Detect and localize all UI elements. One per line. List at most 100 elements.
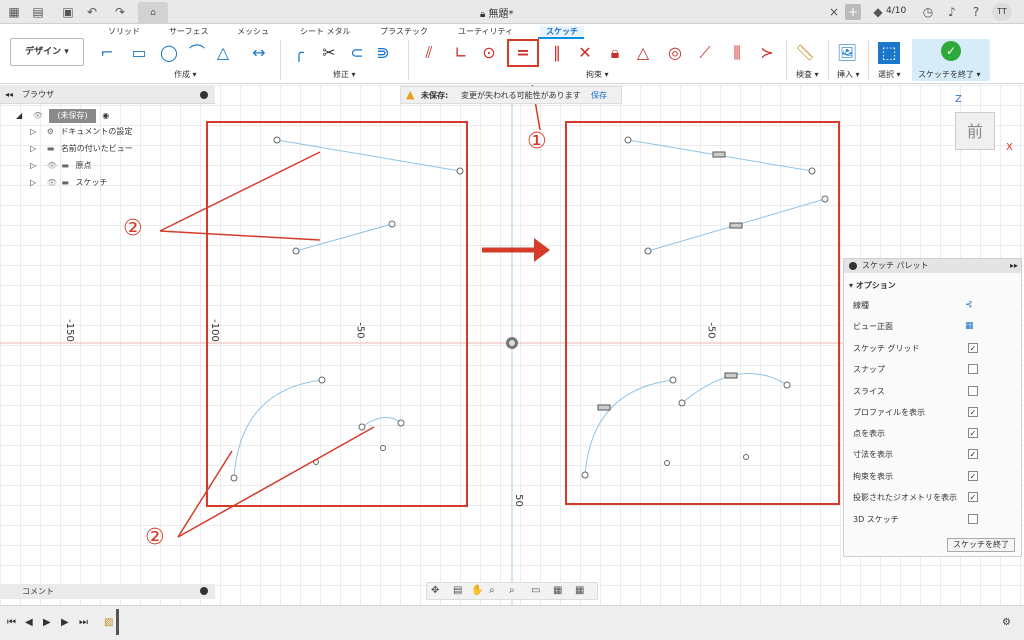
constraints-group-label[interactable]: 拘束 ▾ bbox=[586, 69, 609, 80]
tree-item-document-settings[interactable]: ▷ ⚙ ドキュメントの設定 bbox=[30, 125, 132, 139]
pan-icon[interactable]: ✋ bbox=[471, 585, 483, 596]
grid-settings-icon[interactable]: ▦ bbox=[553, 585, 562, 596]
tab-plastic[interactable]: プラスチック bbox=[380, 26, 428, 37]
finish-sketch-button[interactable]: ✓ スケッチを終了 ▾ bbox=[912, 39, 990, 81]
insert-image-icon[interactable]: 🖼︎ bbox=[836, 42, 858, 64]
measure-tool-icon[interactable]: 📏︎ bbox=[794, 42, 816, 64]
timeline-settings-gear-icon[interactable]: ⚙ bbox=[1002, 617, 1011, 628]
go-to-end-icon[interactable]: ⏭ bbox=[79, 617, 88, 628]
minimize-icon[interactable] bbox=[849, 262, 857, 270]
add-comment-icon[interactable] bbox=[200, 587, 208, 595]
collapse-icon[interactable]: ◂◂ bbox=[5, 86, 13, 104]
palette-checkbox[interactable]: ✓ bbox=[968, 492, 978, 502]
equal-constraint-icon[interactable]: = bbox=[507, 39, 539, 67]
undo-icon[interactable]: ↶ bbox=[84, 4, 100, 20]
tree-item-sketches[interactable]: ▷ 👁︎ ▬ スケッチ bbox=[30, 176, 108, 190]
notification-icon[interactable]: ♪ bbox=[944, 4, 960, 20]
palette-checkbox[interactable]: ✓ bbox=[968, 471, 978, 481]
save-link[interactable]: 保存 bbox=[591, 90, 607, 101]
expand-panel-icon[interactable]: ▸▸ bbox=[1010, 259, 1018, 273]
job-status-icon[interactable]: ◆ bbox=[870, 4, 886, 20]
palette-finish-sketch-button[interactable]: スケッチを終了 bbox=[947, 538, 1015, 552]
step-forward-icon[interactable]: ▶ bbox=[61, 617, 69, 628]
perpendicular-constraint-icon[interactable]: ∟ bbox=[450, 42, 472, 64]
visibility-icon[interactable]: 👁︎ bbox=[33, 111, 43, 120]
new-tab-icon[interactable]: + bbox=[845, 4, 861, 20]
tab-sheet-metal[interactable]: シート メタル bbox=[300, 26, 351, 37]
select-tool-icon[interactable]: ⬚ bbox=[878, 42, 900, 64]
minimize-icon[interactable] bbox=[200, 91, 208, 99]
save-icon[interactable]: ▣ bbox=[60, 4, 76, 20]
viewports-icon[interactable]: ▦ bbox=[575, 585, 584, 596]
linetype-icon[interactable]: ⊰ bbox=[965, 300, 973, 310]
trim-tool-icon[interactable]: ✂ bbox=[318, 42, 340, 64]
tab-mesh[interactable]: メッシュ bbox=[237, 26, 269, 37]
visibility-off-icon[interactable]: 👁︎ bbox=[47, 161, 57, 170]
help-icon[interactable]: ? bbox=[968, 4, 984, 20]
line-tool-icon[interactable]: ⌐ bbox=[96, 42, 118, 64]
tangent-constraint-icon[interactable]: ⊙ bbox=[478, 42, 500, 64]
tab-solid[interactable]: ソリッド bbox=[108, 26, 140, 37]
palette-checkbox[interactable] bbox=[968, 386, 978, 396]
dimension-tool-icon[interactable]: ↔ bbox=[248, 42, 270, 64]
create-group-label[interactable]: 作成 ▾ bbox=[174, 69, 197, 80]
home-tab[interactable]: ⌂ bbox=[138, 2, 168, 24]
palette-checkbox[interactable]: ✓ bbox=[968, 428, 978, 438]
midpoint-constraint-icon[interactable]: ⟋ bbox=[694, 42, 716, 64]
palette-checkbox[interactable]: ✓ bbox=[968, 407, 978, 417]
redo-icon[interactable]: ↷ bbox=[112, 4, 128, 20]
radio-icon[interactable]: ◉ bbox=[102, 111, 109, 120]
tab-utility[interactable]: ユーティリティ bbox=[458, 26, 513, 37]
tab-surface[interactable]: サーフェス bbox=[169, 26, 209, 37]
circle-tool-icon[interactable]: ◯ bbox=[158, 42, 180, 64]
offset-tool-icon[interactable]: ⊂ bbox=[346, 42, 368, 64]
expand-icon[interactable]: ▷ bbox=[30, 144, 36, 153]
visibility-icon[interactable]: 👁︎ bbox=[47, 178, 57, 187]
clock-icon[interactable]: ◷ bbox=[920, 4, 936, 20]
select-group-label[interactable]: 選択 ▾ bbox=[878, 69, 901, 80]
expand-icon[interactable]: ▷ bbox=[30, 161, 36, 170]
triangle-constraint-icon[interactable]: △ bbox=[632, 42, 654, 64]
expand-icon[interactable]: ▷ bbox=[30, 127, 36, 136]
user-avatar[interactable]: TT bbox=[992, 3, 1012, 21]
zoom-icon[interactable]: ⌕ bbox=[489, 585, 495, 596]
expand-icon[interactable]: ◢ bbox=[16, 111, 22, 120]
go-to-start-icon[interactable]: ⏮ bbox=[7, 617, 16, 628]
curvature-constraint-icon[interactable]: ≻ bbox=[756, 42, 778, 64]
orbit-icon[interactable]: ✥ bbox=[431, 585, 439, 596]
inspect-group-label[interactable]: 検査 ▾ bbox=[796, 69, 819, 80]
tree-root[interactable]: ◢ 👁︎ (未保存) ◉ bbox=[16, 109, 109, 123]
rectangle-tool-icon[interactable]: ▭ bbox=[128, 42, 150, 64]
tab-sketch[interactable]: スケッチ bbox=[540, 26, 584, 37]
timeline-marker[interactable] bbox=[116, 609, 119, 635]
expand-icon[interactable]: ▷ bbox=[30, 178, 36, 187]
display-settings-icon[interactable]: ▭ bbox=[531, 585, 540, 596]
palette-checkbox[interactable] bbox=[968, 364, 978, 374]
insert-group-label[interactable]: 挿入 ▾ bbox=[837, 69, 860, 80]
palette-checkbox[interactable] bbox=[968, 514, 978, 524]
options-section[interactable]: ▾ オプション bbox=[849, 280, 896, 292]
arc-tool-icon[interactable]: ⌒ bbox=[186, 42, 208, 64]
collinear-constraint-icon[interactable]: ✕ bbox=[574, 42, 596, 64]
app-grid-icon[interactable]: ▦ bbox=[6, 4, 22, 20]
symmetry-constraint-icon[interactable]: ⫼ bbox=[726, 42, 748, 64]
lock-constraint-icon[interactable]: 🔒︎ bbox=[604, 42, 626, 64]
look-at-sketch-icon[interactable]: ▦ bbox=[965, 321, 974, 331]
sketch-timeline-icon[interactable]: ▨ bbox=[104, 617, 113, 628]
tree-item-origin[interactable]: ▷ 👁︎ ▬ 原点 bbox=[30, 159, 92, 173]
palette-checkbox[interactable]: ✓ bbox=[968, 449, 978, 459]
close-tab-icon[interactable]: × bbox=[826, 4, 842, 20]
concentric-constraint-icon[interactable]: ◎ bbox=[664, 42, 686, 64]
view-cube[interactable]: 前 bbox=[955, 112, 995, 150]
fix-constraint-icon[interactable]: ⫽ bbox=[418, 42, 440, 64]
step-back-icon[interactable]: ◀ bbox=[25, 617, 33, 628]
zoom-window-icon[interactable]: ⌕ bbox=[509, 585, 515, 596]
parallel-constraint-icon[interactable]: ∥ bbox=[546, 42, 568, 64]
tree-item-named-views[interactable]: ▷ ▬ 名前の付いたビュー bbox=[30, 142, 133, 156]
mirror-tool-icon[interactable]: ⋑ bbox=[372, 42, 394, 64]
polygon-tool-icon[interactable]: △ bbox=[212, 42, 234, 64]
file-icon[interactable]: ▤ bbox=[30, 4, 46, 20]
play-icon[interactable]: ▶ bbox=[43, 617, 51, 628]
modify-group-label[interactable]: 修正 ▾ bbox=[333, 69, 356, 80]
fillet-tool-icon[interactable]: ╭ bbox=[288, 42, 310, 64]
